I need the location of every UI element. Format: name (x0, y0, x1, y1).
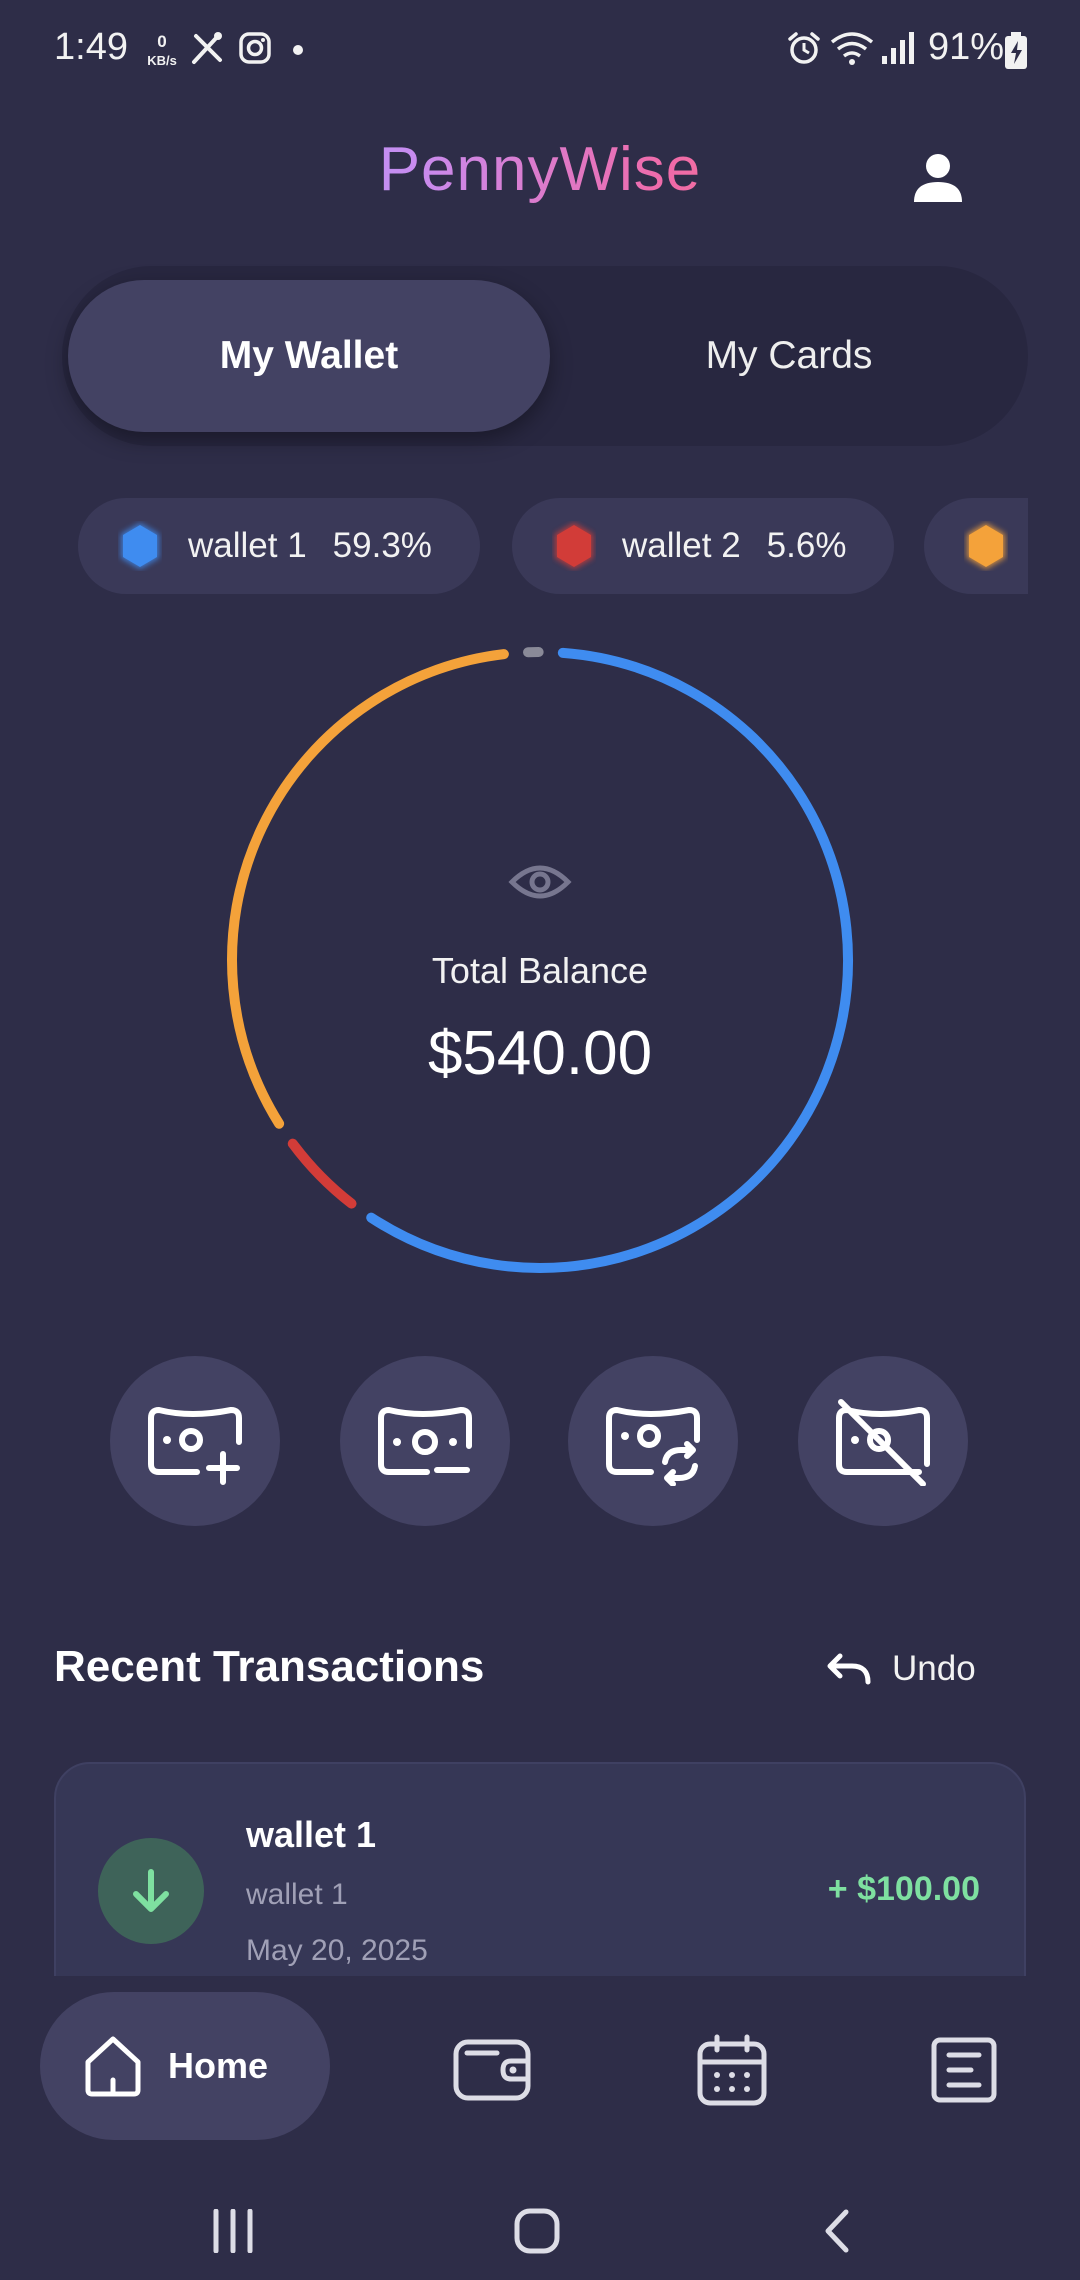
wallet-chip-percent: 59.3% (332, 526, 432, 565)
wallet-chip-3[interactable] (924, 498, 1028, 594)
hexagon-icon (121, 523, 159, 569)
total-balance-label: Total Balance (431, 950, 649, 991)
tab-my-cards[interactable]: My Cards (562, 280, 1016, 432)
wallet-chip-1[interactable]: wallet 1 59.3% (78, 498, 480, 594)
transaction-title: wallet 1 (246, 1814, 377, 1855)
arrow-down-icon (133, 1869, 169, 1912)
back-button[interactable] (802, 2196, 872, 2266)
battery-percent: 91% (928, 26, 1005, 68)
wallet-chip-name: wallet 2 (622, 526, 741, 565)
hide-money-button[interactable] (798, 1356, 968, 1526)
net-speed-unit: KB/s (147, 53, 177, 68)
back-icon (825, 2209, 849, 2253)
nav-calendar[interactable] (692, 2032, 772, 2108)
hexagon-icon (555, 523, 593, 569)
wallet-chip-name: wallet 1 (188, 526, 307, 565)
instagram-icon (239, 32, 271, 64)
undo-label: Undo (892, 1649, 976, 1688)
home-system-button[interactable] (502, 2196, 572, 2266)
transaction-amount: + $100.00 (827, 1870, 980, 1908)
report-icon (931, 2037, 997, 2103)
recent-transactions-title: Recent Transactions (54, 1642, 485, 1691)
nav-home-label: Home (168, 2045, 269, 2086)
money-minus-icon (378, 1407, 472, 1475)
transfer-money-button[interactable] (568, 1356, 738, 1526)
tab-my-wallet-label: My Wallet (219, 334, 399, 377)
bottom-nav: Home (0, 1976, 1080, 2176)
hexagon-icon (967, 523, 1005, 569)
money-off-icon (836, 1399, 930, 1486)
undo-button[interactable]: Undo (826, 1644, 976, 1694)
undo-icon (827, 1653, 871, 1685)
tab-my-wallet[interactable]: My Wallet (68, 280, 550, 432)
wallet-chip-2[interactable]: wallet 2 5.6% (512, 498, 894, 594)
transaction-wallet: wallet 1 (246, 1878, 348, 1911)
net-speed: 0 KB/s (140, 32, 184, 70)
recents-icon (213, 2209, 253, 2253)
net-speed-value: 0 (157, 32, 167, 51)
battery-charging-icon (1005, 32, 1027, 69)
status-time: 1:49 (54, 26, 128, 68)
nav-report[interactable] (924, 2032, 1004, 2108)
money-plus-icon (148, 1407, 242, 1485)
home-icon (85, 2036, 141, 2097)
income-arrow-icon (98, 1838, 204, 1944)
wifi-icon (830, 32, 874, 65)
nav-home[interactable]: Home (40, 1992, 330, 2140)
transaction-date: May 20, 2025 (246, 1934, 428, 1967)
donut-segment-2 (287, 1138, 357, 1209)
add-money-button[interactable] (110, 1356, 280, 1526)
eye-icon[interactable] (508, 858, 572, 906)
money-transfer-icon (606, 1407, 700, 1486)
wallet-cards-tabs: My Wallet My Cards (62, 266, 1028, 446)
system-nav (0, 2176, 1080, 2280)
home-circle-icon (514, 2208, 560, 2254)
recents-button[interactable] (198, 2196, 268, 2266)
remove-money-button[interactable] (340, 1356, 510, 1526)
alarm-icon (788, 32, 820, 64)
notification-dot-icon (293, 45, 303, 55)
person-icon[interactable] (906, 146, 970, 210)
wallet-chips: wallet 1 59.3% wallet 2 5.6% (78, 498, 1028, 594)
wallet-chip-percent: 5.6% (766, 526, 847, 565)
signal-icon (882, 32, 914, 64)
wallet-icon (453, 2039, 531, 2101)
calendar-icon (697, 2034, 767, 2106)
tab-my-cards-label: My Cards (705, 334, 873, 377)
tools-icon (192, 32, 222, 64)
screen: 1:49 0 KB/s 91% PennyWise My Wallet My C… (0, 0, 1080, 2280)
total-balance-value: $540.00 (427, 1019, 653, 1088)
nav-wallet[interactable] (452, 2032, 532, 2108)
status-bar: 1:49 0 KB/s 91% (0, 0, 1080, 100)
